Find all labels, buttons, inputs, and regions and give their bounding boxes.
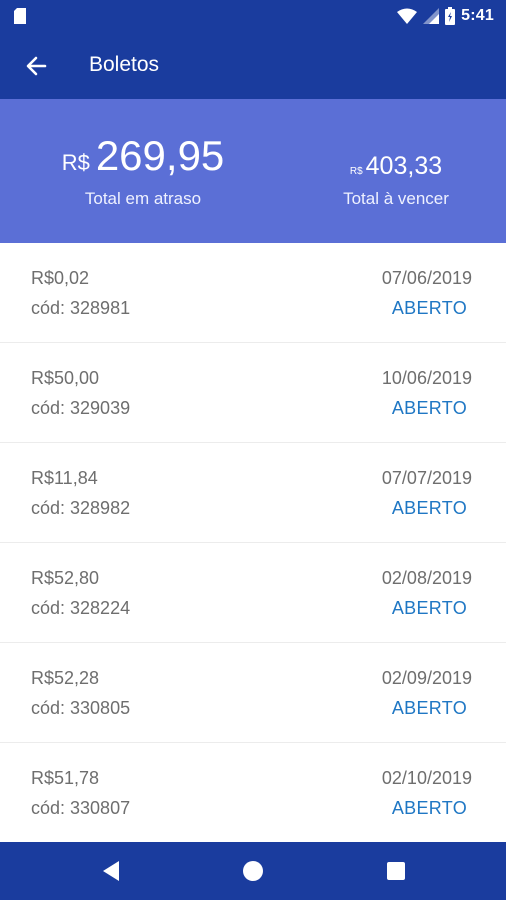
boleto-date: 02/08/2019 (381, 568, 472, 588)
boleto-row[interactable]: R$11,84 cód: 328982 07/07/2019 ABERTO (0, 443, 506, 543)
wifi-icon (397, 8, 418, 24)
battery-icon (445, 7, 456, 25)
status-icons: 5:41 (397, 0, 494, 32)
nav-back-icon (103, 861, 119, 881)
boleto-status: ABERTO (391, 398, 467, 418)
status-time: 5:41 (461, 7, 494, 24)
due-label: Total à vencer (343, 189, 449, 208)
boleto-list: R$0,02 cód: 328981 07/06/2019 ABERTO R$5… (0, 243, 506, 843)
boleto-code: cód: 328982 (31, 498, 131, 518)
boleto-date: 02/09/2019 (381, 668, 472, 688)
boleto-status: ABERTO (391, 498, 467, 518)
boleto-row[interactable]: R$0,02 cód: 328981 07/06/2019 ABERTO (0, 243, 506, 343)
signal-icon (423, 8, 440, 24)
back-button[interactable] (18, 48, 54, 84)
due-summary: R$ 403,33 Total à vencer (316, 151, 476, 209)
boleto-code: cód: 329039 (31, 398, 131, 418)
boleto-status: ABERTO (391, 698, 467, 718)
boleto-value: R$52,80 (31, 568, 100, 588)
overdue-summary: R$ 269,95 Total em atraso (40, 133, 246, 209)
summary-panel: R$ 269,95 Total em atraso R$ 403,33 Tota… (0, 99, 506, 243)
boleto-date: 07/07/2019 (381, 468, 472, 488)
boleto-value: R$0,02 (31, 268, 90, 288)
page-title: Boletos (89, 53, 160, 76)
boleto-date: 07/06/2019 (381, 268, 472, 288)
nav-home-button[interactable] (238, 856, 268, 886)
boleto-value: R$11,84 (31, 468, 98, 488)
boleto-value: R$51,78 (31, 768, 100, 788)
boleto-row[interactable]: R$50,00 cód: 329039 10/06/2019 ABERTO (0, 343, 506, 443)
boleto-code: cód: 330805 (31, 698, 131, 718)
boleto-value: R$52,28 (31, 668, 100, 688)
overdue-label: Total em atraso (84, 189, 202, 208)
due-currency: R$ (349, 166, 363, 177)
nav-home-icon (243, 861, 263, 881)
nav-recent-icon (387, 862, 405, 880)
boleto-status: ABERTO (391, 798, 467, 818)
boleto-row[interactable]: R$52,80 cód: 328224 02/08/2019 ABERTO (0, 543, 506, 643)
boleto-date: 02/10/2019 (381, 768, 472, 788)
boleto-code: cód: 330807 (31, 798, 131, 818)
nav-recent-button[interactable] (381, 856, 411, 886)
boleto-code: cód: 328224 (31, 598, 131, 618)
due-amount: 403,33 (365, 152, 443, 180)
overdue-currency: R$ (61, 150, 90, 175)
nav-back-button[interactable] (96, 856, 126, 886)
app-bar: Boletos (0, 32, 506, 99)
status-bar: 5:41 (0, 0, 506, 32)
boleto-value: R$50,00 (31, 368, 100, 388)
sim-card-icon (14, 8, 26, 24)
boleto-code: cód: 328981 (31, 298, 131, 318)
boleto-status: ABERTO (391, 598, 467, 618)
boleto-row[interactable]: R$52,28 cód: 330805 02/09/2019 ABERTO (0, 643, 506, 743)
system-nav-bar (0, 842, 506, 900)
boleto-date: 10/06/2019 (381, 368, 472, 388)
boleto-status: ABERTO (391, 298, 467, 318)
overdue-amount: 269,95 (95, 132, 225, 179)
arrow-back-icon (26, 56, 47, 76)
boleto-row[interactable]: R$51,78 cód: 330807 02/10/2019 ABERTO (0, 743, 506, 843)
